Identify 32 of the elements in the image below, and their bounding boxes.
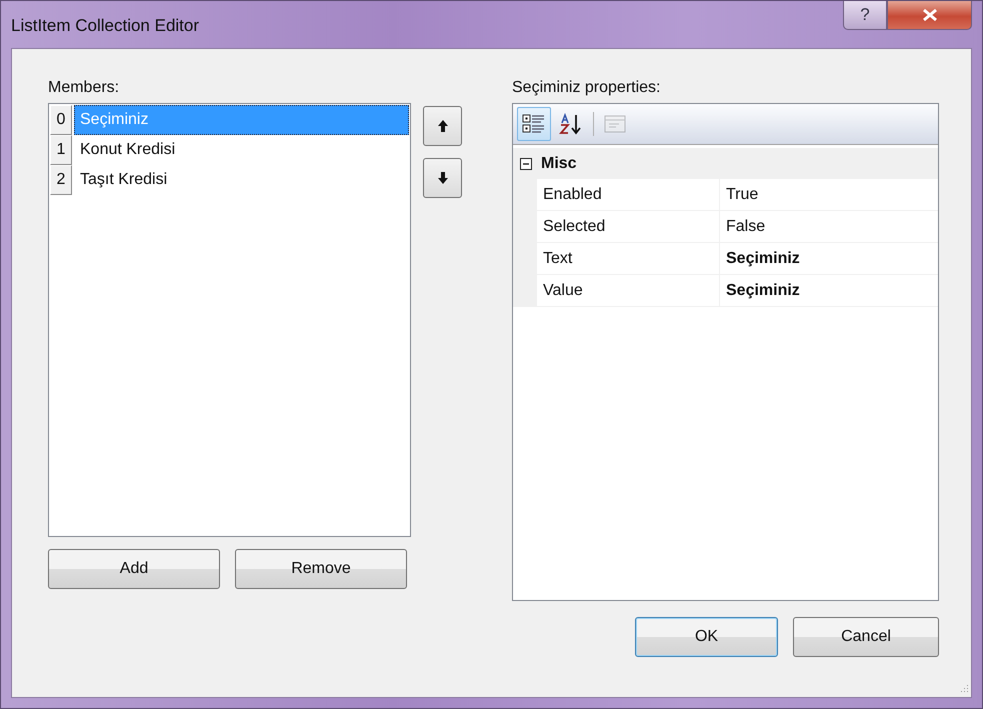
- collapse-icon[interactable]: [519, 156, 533, 170]
- categorized-button[interactable]: [517, 107, 551, 141]
- list-item[interactable]: Konut Kredisi: [74, 135, 409, 165]
- properties-label: Seçiminiz properties:: [512, 79, 660, 97]
- window-title: ListItem Collection Editor: [11, 16, 200, 36]
- index-label: 1: [50, 135, 72, 165]
- ok-button[interactable]: OK: [635, 617, 778, 657]
- move-up-button[interactable]: [423, 106, 462, 146]
- help-button[interactable]: ?: [843, 1, 887, 30]
- property-name: Selected: [537, 211, 720, 243]
- up-arrow-icon: [436, 119, 448, 133]
- property-value[interactable]: False: [720, 211, 938, 243]
- property-value[interactable]: Seçiminiz: [720, 275, 938, 307]
- members-label: Members:: [48, 79, 120, 97]
- property-name: Enabled: [537, 179, 720, 211]
- remove-button[interactable]: Remove: [235, 549, 407, 589]
- add-button[interactable]: Add: [48, 549, 220, 589]
- close-icon: [920, 8, 938, 22]
- property-pages-icon: [603, 113, 627, 135]
- index-label: 0: [50, 105, 72, 135]
- index-label: 2: [50, 165, 72, 195]
- list-item[interactable]: Taşıt Kredisi: [74, 165, 409, 195]
- move-down-button[interactable]: [423, 158, 462, 198]
- property-name: Value: [537, 275, 720, 307]
- property-value[interactable]: Seçiminiz: [720, 243, 938, 275]
- close-button[interactable]: [887, 1, 972, 30]
- categorized-icon: [522, 113, 546, 135]
- category-label: Misc: [541, 154, 577, 172]
- down-arrow-icon: [436, 171, 448, 185]
- cancel-button[interactable]: Cancel: [793, 617, 939, 657]
- property-value[interactable]: True: [720, 179, 938, 211]
- property-name: Text: [537, 243, 720, 275]
